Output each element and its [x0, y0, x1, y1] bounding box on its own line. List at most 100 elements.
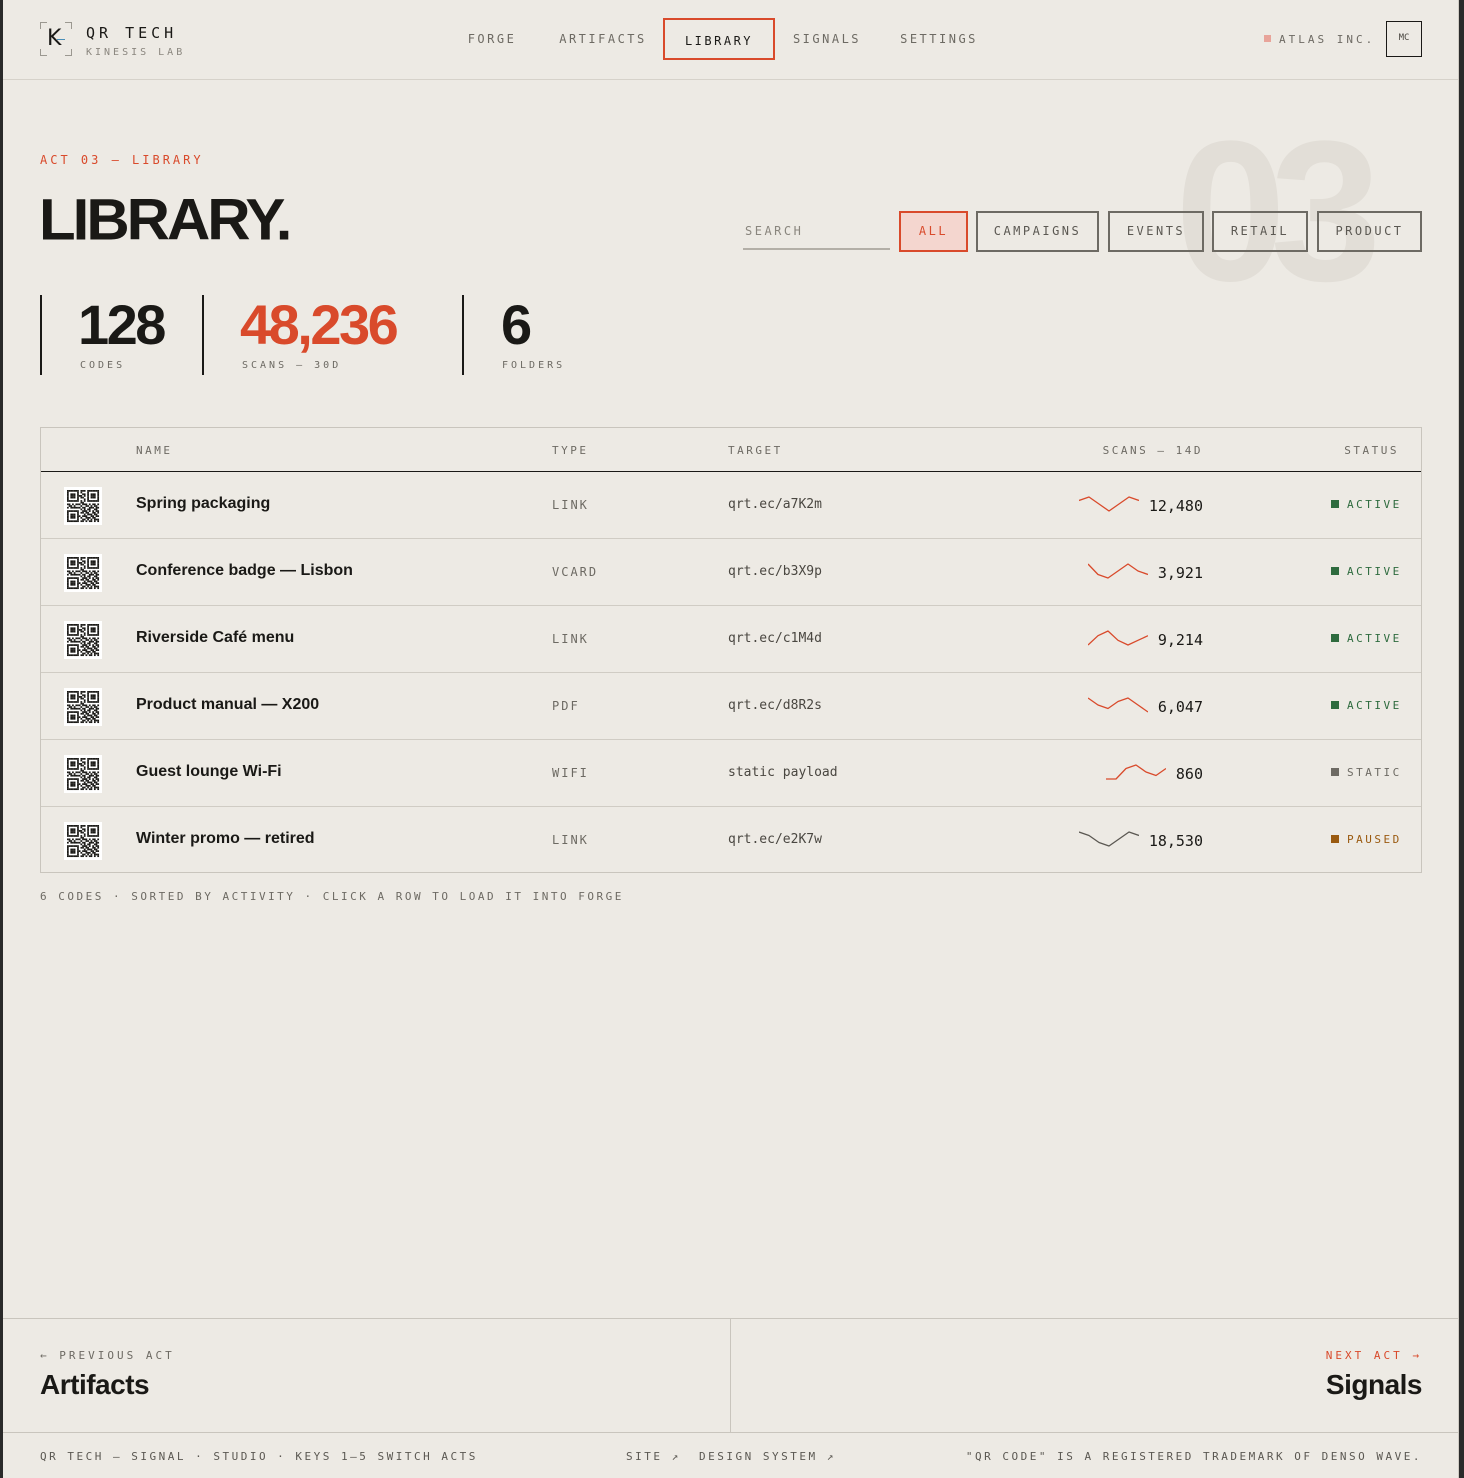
filter-retail[interactable]: RETAIL: [1212, 211, 1308, 252]
scan-count: 18,530: [1148, 832, 1203, 850]
code-type: WIFI: [552, 766, 589, 780]
code-target: qrt.ec/d8R2s: [728, 698, 822, 713]
scan-count: 860: [1175, 765, 1203, 783]
column-header-scans[interactable]: SCANS — 14D: [1103, 444, 1203, 457]
act-navigation: ← PREVIOUS ACT Artifacts NEXT ACT → Sign…: [3, 1318, 1458, 1433]
nav-item-forge[interactable]: FORGE: [463, 18, 521, 60]
table-row[interactable]: Riverside Café menu LINK qrt.ec/c1M4d 9,…: [41, 606, 1421, 673]
qr-code-thumbnail-icon: [64, 755, 102, 793]
status-badge: ACTIVE: [1331, 498, 1402, 511]
nav-item-signals[interactable]: SIGNALS: [785, 18, 869, 60]
status-label: ACTIVE: [1347, 498, 1402, 511]
stat-label: FOLDERS: [502, 360, 566, 371]
column-header-target[interactable]: TARGET: [728, 444, 783, 457]
brand-logo[interactable]: K: [40, 22, 72, 56]
status-label: ACTIVE: [1347, 632, 1402, 645]
footer-site-link[interactable]: SITE ↗: [626, 1450, 681, 1463]
filter-campaigns[interactable]: CAMPAIGNS: [976, 211, 1099, 252]
code-name: Product manual — X200: [136, 696, 320, 713]
code-name: Guest lounge Wi-Fi: [136, 763, 282, 780]
table-header: NAME TYPE TARGET SCANS — 14D STATUS: [41, 428, 1421, 472]
status-square-icon: [1331, 768, 1339, 776]
code-name: Spring packaging: [136, 495, 271, 512]
column-header-status[interactable]: STATUS: [1344, 444, 1399, 457]
stat-label: CODES: [80, 360, 126, 371]
code-type: LINK: [552, 833, 589, 847]
code-type: LINK: [552, 498, 589, 512]
code-name: Winter promo — retired: [136, 830, 315, 847]
status-label: PAUSED: [1347, 833, 1402, 846]
filter-product[interactable]: PRODUCT: [1317, 211, 1422, 252]
stat-scans: 48,236 SCANS — 30D: [202, 295, 462, 375]
scans-sparkline: [1087, 629, 1149, 652]
table-row[interactable]: Product manual — X200 PDF qrt.ec/d8R2s 6…: [41, 673, 1421, 740]
next-act-title: Signals: [1325, 1369, 1423, 1400]
footer-info: QR TECH — SIGNAL · STUDIO · KEYS 1–5 SWI…: [40, 1450, 478, 1463]
status-square-icon: [1331, 634, 1339, 642]
stat-value: 48,236: [240, 293, 399, 356]
scans-sparkline: [1106, 763, 1167, 786]
scan-count: 9,214: [1157, 631, 1203, 649]
filter-all[interactable]: ALL: [899, 211, 968, 252]
org-indicator-icon: [1264, 35, 1271, 42]
table-row[interactable]: Winter promo — retired LINK qrt.ec/e2K7w…: [41, 807, 1421, 874]
table-row[interactable]: Guest lounge Wi-Fi WIFI static payload 8…: [41, 740, 1421, 807]
stat-value: 6: [501, 293, 532, 356]
nav-item-settings[interactable]: SETTINGS: [895, 18, 983, 60]
code-name: Riverside Café menu: [136, 629, 295, 646]
top-bar: K QR TECH KINESIS LAB FORGE ARTIFACTS LI…: [3, 0, 1458, 80]
status-square-icon: [1331, 701, 1339, 709]
table-row[interactable]: Conference badge — Lisbon VCARD qrt.ec/b…: [41, 539, 1421, 606]
code-target: qrt.ec/c1M4d: [728, 631, 822, 646]
stat-codes: 128 CODES: [40, 295, 202, 375]
nav-item-library[interactable]: LIBRARY: [663, 18, 775, 60]
search-input[interactable]: [743, 213, 890, 250]
scans-sparkline: [1078, 495, 1140, 518]
nav-item-artifacts[interactable]: ARTIFACTS: [553, 18, 653, 60]
status-badge: ACTIVE: [1331, 565, 1402, 578]
org-switcher[interactable]: ATLAS INC.: [1264, 33, 1375, 46]
status-square-icon: [1331, 500, 1339, 508]
next-act-link[interactable]: NEXT ACT → Signals: [731, 1319, 1458, 1432]
logo-accent-mark: [57, 39, 65, 40]
footer: QR TECH — SIGNAL · STUDIO · KEYS 1–5 SWI…: [3, 1434, 1458, 1478]
status-badge: ACTIVE: [1331, 699, 1402, 712]
scans-sparkline: [1087, 696, 1149, 719]
scan-count: 12,480: [1148, 497, 1203, 515]
qr-code-thumbnail-icon: [64, 822, 102, 860]
status-label: STATIC: [1347, 766, 1402, 779]
logo-corner: [65, 49, 72, 56]
status-square-icon: [1331, 567, 1339, 575]
stat-folders: 6 FOLDERS: [462, 295, 622, 375]
status-label: ACTIVE: [1347, 565, 1402, 578]
logo-corner: [65, 22, 72, 29]
code-name: Conference badge — Lisbon: [136, 562, 353, 579]
column-header-name[interactable]: NAME: [136, 444, 173, 457]
logo-corner: [40, 22, 47, 29]
codes-table: NAME TYPE TARGET SCANS — 14D STATUS Spri…: [40, 427, 1422, 873]
filter-events[interactable]: EVENTS: [1108, 211, 1204, 252]
status-badge: ACTIVE: [1331, 632, 1402, 645]
status-label: ACTIVE: [1347, 699, 1402, 712]
code-type: LINK: [552, 632, 589, 646]
avatar[interactable]: MC: [1386, 21, 1422, 57]
status-badge: PAUSED: [1331, 833, 1402, 846]
table-row[interactable]: Spring packaging LINK qrt.ec/a7K2m 12,48…: [41, 472, 1421, 539]
qr-code-thumbnail-icon: [64, 688, 102, 726]
org-name: ATLAS INC.: [1279, 33, 1376, 46]
scan-count: 3,921: [1157, 564, 1203, 582]
qr-code-thumbnail-icon: [64, 621, 102, 659]
scan-count: 6,047: [1157, 698, 1203, 716]
previous-act-label: ← PREVIOUS ACT: [40, 1349, 175, 1362]
footer-design-system-link[interactable]: DESIGN SYSTEM ↗: [699, 1450, 836, 1463]
app-frame: K QR TECH KINESIS LAB FORGE ARTIFACTS LI…: [3, 0, 1459, 1478]
previous-act-title: Artifacts: [40, 1369, 150, 1400]
footer-trademark: "QR CODE" IS A REGISTERED TRADEMARK OF D…: [965, 1450, 1422, 1463]
qr-code-thumbnail-icon: [64, 487, 102, 525]
code-type: PDF: [552, 699, 580, 713]
brand-name: QR TECH: [86, 24, 178, 42]
previous-act-link[interactable]: ← PREVIOUS ACT Artifacts: [3, 1319, 731, 1432]
code-target: qrt.ec/b3X9p: [728, 564, 822, 579]
next-act-label: NEXT ACT →: [1325, 1349, 1422, 1362]
column-header-type[interactable]: TYPE: [552, 444, 589, 457]
